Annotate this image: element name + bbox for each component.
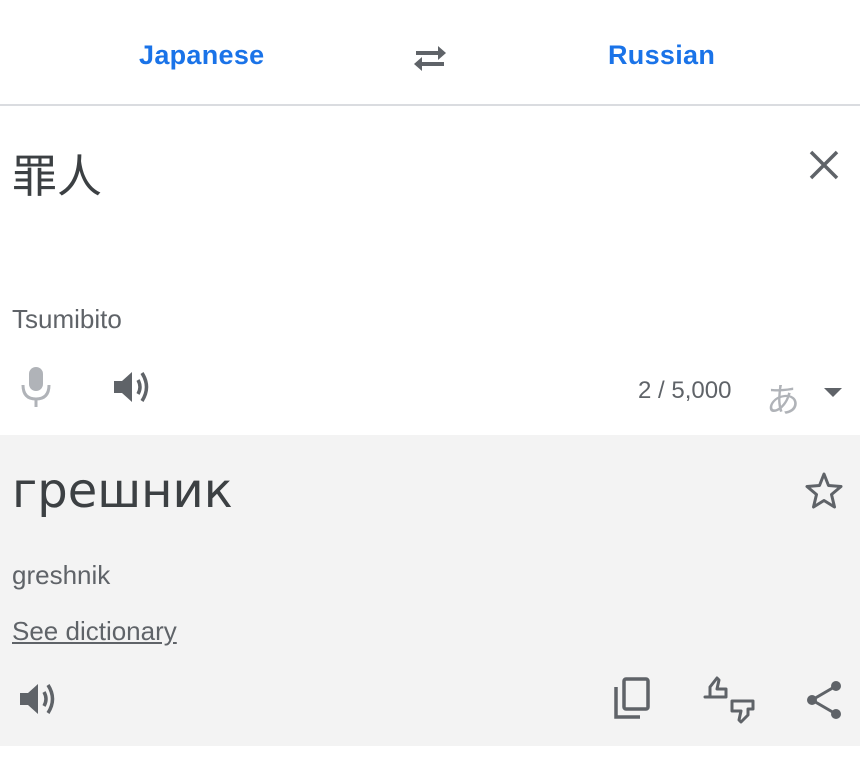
source-transliteration: Tsumibito [12, 304, 122, 334]
see-dictionary-link[interactable]: See dictionary [12, 616, 177, 647]
language-bar: Japanese Russian [0, 0, 860, 106]
swap-languages-icon[interactable] [410, 42, 450, 74]
translation-panel: грешник greshnik See dictionary [0, 435, 860, 746]
translated-text: грешник [12, 463, 233, 519]
source-text-input[interactable]: 罪人 [12, 140, 102, 205]
speaker-icon[interactable] [110, 367, 154, 407]
input-method-glyph[interactable]: あ [766, 373, 800, 422]
target-transliteration: greshnik [12, 560, 111, 590]
character-counter: 2 / 5,000 [638, 377, 732, 404]
source-language-button[interactable]: Japanese [139, 40, 264, 71]
microphone-icon[interactable] [18, 365, 54, 409]
share-icon[interactable] [804, 679, 844, 721]
close-icon[interactable] [806, 147, 842, 183]
target-language-button[interactable]: Russian [608, 40, 715, 71]
speaker-icon[interactable] [16, 679, 60, 719]
chevron-down-icon[interactable] [824, 388, 842, 397]
thumbs-rating-icon[interactable] [702, 675, 756, 725]
star-icon[interactable] [803, 470, 845, 512]
copy-icon[interactable] [612, 677, 652, 721]
source-panel: 罪人 Tsumibito 2 / 5,000 あ [0, 107, 860, 435]
